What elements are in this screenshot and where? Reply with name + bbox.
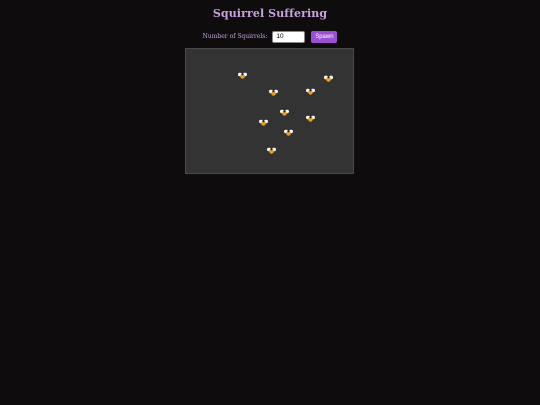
squirrel-arena[interactable] [185,48,354,174]
squirrel-icon[interactable] [284,129,293,136]
squirrel-icon[interactable] [280,109,289,116]
squirrel-icon[interactable] [306,115,315,122]
squirrel-count-input[interactable] [272,30,306,43]
spawn-controls: Number of Squirrels: Spawn [0,30,540,43]
squirrel-icon[interactable] [267,147,276,154]
squirrel-icon[interactable] [324,75,333,82]
page-title: Squirrel Suffering [212,7,328,20]
squirrel-icon[interactable] [306,88,315,95]
spawn-button[interactable]: Spawn [311,30,338,43]
squirrel-count-label: Number of Squirrels: [202,33,268,40]
squirrel-icon[interactable] [238,72,247,79]
squirrel-icon[interactable] [269,89,278,96]
squirrel-icon[interactable] [259,119,268,126]
